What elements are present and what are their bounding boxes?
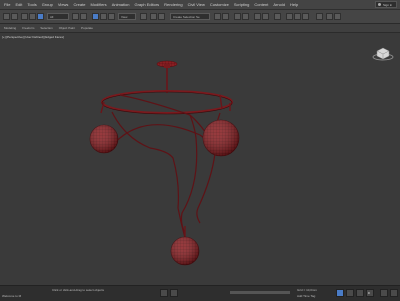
project-icon[interactable] — [334, 13, 341, 20]
layer-icon[interactable] — [234, 13, 241, 20]
curve-editor-icon[interactable] — [254, 13, 261, 20]
coordinate-mode-icon[interactable] — [170, 289, 178, 297]
menu-civil-view[interactable]: Civil View — [188, 2, 205, 7]
select-by-name-icon[interactable] — [72, 13, 79, 20]
auto-key-icon[interactable] — [336, 289, 344, 297]
menu-modifiers[interactable]: Modifiers — [90, 2, 106, 7]
render-setup-icon[interactable] — [286, 13, 293, 20]
menu-views[interactable]: Views — [58, 2, 69, 7]
render-frame-icon[interactable] — [294, 13, 301, 20]
menu-bar: File Edit Tools Group Views Create Modif… — [0, 0, 400, 10]
selection-set-placeholder: Create Selection Se — [173, 14, 200, 19]
support-arms[interactable] — [99, 94, 221, 239]
render-icon[interactable] — [302, 13, 309, 20]
play-icon[interactable] — [356, 289, 364, 297]
chandelier-ring[interactable] — [101, 90, 233, 114]
menu-help[interactable]: Help — [290, 2, 298, 7]
frame-value: 0 — [368, 291, 370, 295]
welcome-text: Welcome to M — [2, 294, 22, 298]
time-slider[interactable] — [230, 291, 290, 294]
move-icon[interactable] — [92, 13, 99, 20]
undo-icon[interactable] — [3, 13, 10, 20]
menu-content[interactable]: Content — [254, 2, 268, 7]
key-icon[interactable] — [346, 289, 354, 297]
unlink-icon[interactable] — [29, 13, 36, 20]
pivot-icon[interactable] — [140, 13, 147, 20]
pendant-ball-bottom[interactable] — [170, 226, 200, 266]
ribbon: Modeling Freeform Selection Object Paint… — [0, 24, 400, 33]
user-icon — [378, 3, 381, 6]
pendant-ball-right[interactable] — [202, 119, 240, 157]
pan-icon[interactable] — [390, 289, 398, 297]
angle-snap-icon[interactable] — [158, 13, 165, 20]
selection-filter-value: All — [50, 14, 54, 19]
pendant-ball-left[interactable] — [89, 124, 119, 154]
add-time-tag[interactable]: Add Time Tag — [297, 294, 315, 298]
prompt-text: Click or click-and-drag to select object… — [52, 288, 105, 292]
scale-icon[interactable] — [108, 13, 115, 20]
menu-customize[interactable]: Customize — [210, 2, 229, 7]
menu-animation[interactable]: Animation — [112, 2, 130, 7]
reference-coord-dropdown[interactable]: View — [118, 13, 136, 20]
menu-graph-editors[interactable]: Graph Editors — [134, 2, 159, 7]
select-icon[interactable] — [37, 13, 44, 20]
menu-edit[interactable]: Edit — [15, 2, 22, 7]
menu-file[interactable]: File — [4, 2, 10, 7]
chandelier-model[interactable] — [0, 33, 400, 285]
grid-spacing: Grid = 10,0mm — [297, 288, 317, 292]
menu-rendering[interactable]: Rendering — [164, 2, 182, 7]
status-bar: Welcome to M Click or click-and-drag to … — [0, 285, 400, 301]
redo-icon[interactable] — [11, 13, 18, 20]
reference-coord-value: View — [121, 14, 128, 19]
menu-tools[interactable]: Tools — [27, 2, 36, 7]
tab-object-paint[interactable]: Object Paint — [59, 26, 75, 30]
schematic-icon[interactable] — [262, 13, 269, 20]
tab-modeling[interactable]: Modeling — [4, 26, 16, 30]
tab-populate[interactable]: Populate — [81, 26, 93, 30]
arnold-render-icon[interactable] — [316, 13, 323, 20]
main-toolbar: All View Create Selection Se — [0, 10, 400, 24]
lock-icon[interactable] — [160, 289, 168, 297]
zoom-icon[interactable] — [380, 289, 388, 297]
mirror-icon[interactable] — [214, 13, 221, 20]
selection-filter-dropdown[interactable]: All — [47, 13, 69, 20]
align-icon[interactable] — [222, 13, 229, 20]
tab-selection[interactable]: Selection — [40, 26, 52, 30]
tab-freeform[interactable]: Freeform — [22, 26, 34, 30]
menu-group[interactable]: Group — [42, 2, 53, 7]
ceiling-canopy[interactable] — [156, 60, 178, 93]
ribbon-toggle-icon[interactable] — [242, 13, 249, 20]
sign-in-label: Sign in — [383, 2, 393, 7]
sign-in-button[interactable]: Sign in — [375, 1, 397, 8]
menu-arnold[interactable]: Arnold — [273, 2, 285, 7]
menu-create[interactable]: Create — [73, 2, 85, 7]
snap-icon[interactable] — [150, 13, 157, 20]
link-icon[interactable] — [21, 13, 28, 20]
menu-scripting[interactable]: Scripting — [234, 2, 250, 7]
perspective-viewport[interactable]: [+] [Perspective] [User Defined] [Edged … — [0, 33, 400, 285]
open-folder-icon[interactable] — [326, 13, 333, 20]
rotate-icon[interactable] — [100, 13, 107, 20]
region-select-icon[interactable] — [80, 13, 87, 20]
selection-set-dropdown[interactable]: Create Selection Se — [170, 13, 210, 20]
material-editor-icon[interactable] — [274, 13, 281, 20]
